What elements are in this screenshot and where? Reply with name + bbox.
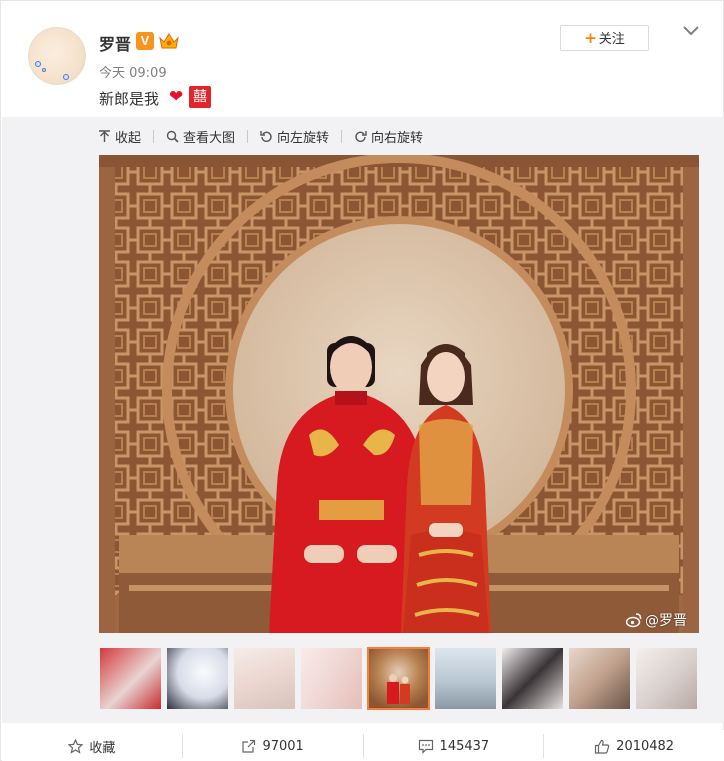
double-happiness-icon: 囍 <box>189 86 211 108</box>
like-button[interactable]: 2010482 <box>544 734 724 758</box>
search-icon <box>166 130 179 143</box>
action-bar: 收藏 97001 145437 2010482 <box>2 730 724 761</box>
star-icon <box>68 738 84 754</box>
repost-count: 97001 <box>262 738 304 754</box>
weibo-post-card: 罗晋 V 今天 09:09 新郎是我 ❤ 囍 + 关注 收起 查看大图 向左旋转… <box>0 0 724 761</box>
plus-icon: + <box>584 29 597 47</box>
favorite-label: 收藏 <box>89 740 116 756</box>
comment-icon <box>418 739 433 754</box>
watermark-text: @罗晋 <box>645 613 687 629</box>
avatar[interactable] <box>28 27 86 85</box>
rotate-right-icon <box>355 130 367 142</box>
view-large-label: 查看大图 <box>183 130 236 146</box>
chevron-down-icon[interactable] <box>681 23 701 39</box>
repost-icon <box>242 739 256 753</box>
collapse-icon <box>99 129 110 142</box>
thumbnail-6[interactable] <box>435 648 496 709</box>
thumbnail-5-image <box>387 674 410 704</box>
thumbnail-strip <box>100 647 703 710</box>
rotate-right-button[interactable]: 向右旋转 <box>354 127 423 146</box>
main-photo[interactable] <box>99 155 699 633</box>
thumbnail-7[interactable] <box>502 648 563 709</box>
thumbnail-2[interactable] <box>167 648 228 709</box>
image-toolbar: 收起 查看大图 向左旋转 向右旋转 <box>98 126 423 146</box>
toolbar-divider <box>153 129 155 143</box>
like-count: 2010482 <box>616 738 675 754</box>
comment-count: 145437 <box>439 738 490 754</box>
thumbnail-1[interactable] <box>100 648 161 709</box>
thumbnail-5-active[interactable] <box>367 647 430 710</box>
photo-watermark: @罗晋 <box>626 610 687 630</box>
weibo-logo-icon <box>626 613 642 628</box>
heart-icon: ❤ <box>169 87 184 107</box>
follow-label: 关注 <box>598 32 625 47</box>
thumbs-up-icon <box>595 739 610 754</box>
rotate-left-icon <box>260 130 272 142</box>
thumbnail-8[interactable] <box>569 648 630 709</box>
rotate-right-label: 向右旋转 <box>371 130 424 146</box>
toolbar-divider <box>247 129 249 143</box>
user-name[interactable]: 罗晋 <box>99 31 131 55</box>
post-text: 新郎是我 <box>99 90 160 108</box>
collapse-label: 收起 <box>115 130 142 146</box>
rotate-left-button[interactable]: 向左旋转 <box>260 127 329 146</box>
repost-button[interactable]: 97001 <box>183 734 363 758</box>
post-time[interactable]: 今天 09:09 <box>99 62 167 81</box>
toolbar-divider <box>341 129 343 143</box>
view-large-button[interactable]: 查看大图 <box>166 127 235 146</box>
follow-button[interactable]: + 关注 <box>560 25 649 51</box>
collapse-button[interactable]: 收起 <box>98 127 141 146</box>
thumbnail-4[interactable] <box>301 648 362 709</box>
verified-badge-icon[interactable]: V <box>136 32 154 50</box>
rotate-left-label: 向左旋转 <box>277 130 330 146</box>
thumbnail-9[interactable] <box>636 648 697 709</box>
comment-button[interactable]: 145437 <box>364 734 544 758</box>
favorite-button[interactable]: 收藏 <box>2 734 182 758</box>
thumbnail-3[interactable] <box>234 648 295 709</box>
vip-crown-icon[interactable] <box>158 31 180 51</box>
